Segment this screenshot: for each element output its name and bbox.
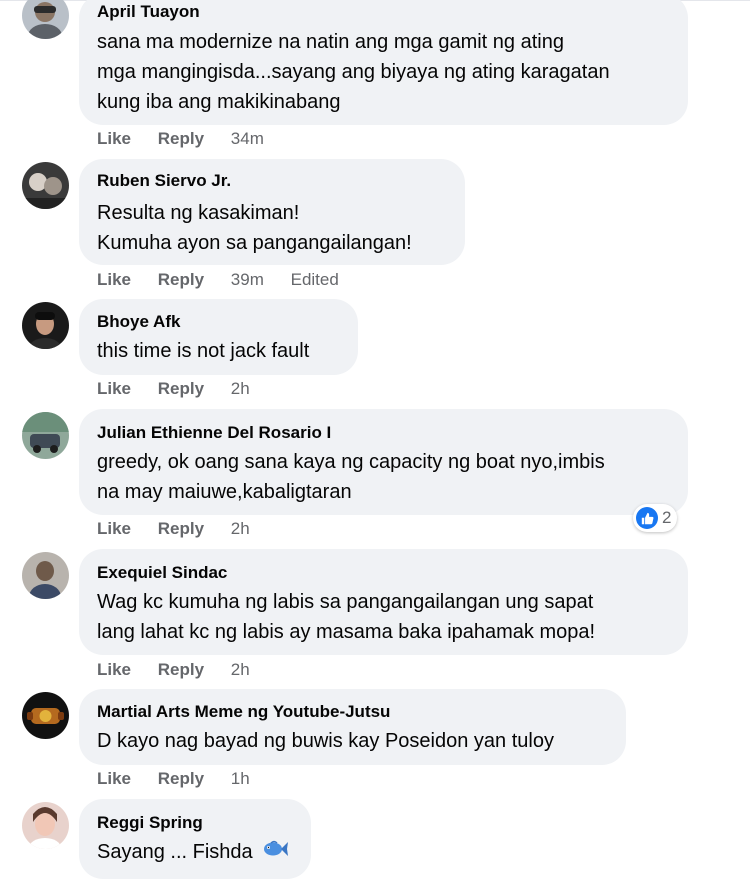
avatar[interactable] xyxy=(22,552,69,599)
like-button[interactable]: Like xyxy=(97,270,131,290)
timestamp[interactable]: 2h xyxy=(231,379,250,399)
comment-actions: Like Reply 2h xyxy=(97,660,272,680)
reaction-summary[interactable]: 2 xyxy=(633,504,678,532)
reply-button[interactable]: Reply xyxy=(158,660,204,680)
comment-text-line: this time is not jack fault xyxy=(97,340,310,362)
avatar[interactable] xyxy=(22,162,69,209)
reply-button[interactable]: Reply xyxy=(158,519,204,539)
like-button[interactable]: Like xyxy=(97,519,131,539)
timestamp[interactable]: 2h xyxy=(231,519,250,539)
timestamp[interactable]: 39m xyxy=(231,270,264,290)
comment-actions: Like Reply 1h xyxy=(97,769,272,789)
comment-text-line: na may maiuwe,kabaligtaran xyxy=(97,481,352,503)
comment-bubble: Exequiel Sindac Wag kc kumuha ng labis s… xyxy=(79,549,688,655)
comment-actions: Like Reply 2h xyxy=(97,379,272,399)
reply-button[interactable]: Reply xyxy=(158,769,204,789)
timestamp[interactable]: 2h xyxy=(231,660,250,680)
comment-author[interactable]: Julian Ethienne Del Rosario I xyxy=(97,423,331,443)
comment-bubble: Ruben Siervo Jr. Resulta ng kasakiman! K… xyxy=(79,159,465,265)
comment-actions: Like Reply 34m xyxy=(97,129,286,149)
comment-item: April Tuayon sana ma modernize na natin … xyxy=(0,0,750,155)
reply-button[interactable]: Reply xyxy=(158,270,204,290)
comment-text-line: Kumuha ayon sa pangangailangan! xyxy=(97,232,412,254)
comment-author[interactable]: Reggi Spring xyxy=(97,813,203,833)
comment-bubble: April Tuayon sana ma modernize na natin … xyxy=(79,0,688,125)
comment-bubble: Martial Arts Meme ng Youtube-Jutsu D kay… xyxy=(79,689,626,765)
comment-text-line: mga mangingisda...sayang ang biyaya ng a… xyxy=(97,61,610,83)
edited-label[interactable]: Edited xyxy=(291,270,339,290)
like-button[interactable]: Like xyxy=(97,379,131,399)
avatar[interactable] xyxy=(22,412,69,459)
like-button[interactable]: Like xyxy=(97,769,131,789)
avatar[interactable] xyxy=(22,0,69,39)
comment-author[interactable]: Ruben Siervo Jr. xyxy=(97,171,231,191)
timestamp[interactable]: 1h xyxy=(231,769,250,789)
like-button[interactable]: Like xyxy=(97,129,131,149)
comment-text-line: kung iba ang makikinabang xyxy=(97,91,341,113)
comment-actions: Like Reply 2h xyxy=(97,519,272,539)
avatar[interactable] xyxy=(22,302,69,349)
comment-text-line: lang lahat kc ng labis ay masama baka ip… xyxy=(97,621,596,643)
timestamp[interactable]: 34m xyxy=(231,129,264,149)
reaction-count: 2 xyxy=(662,508,672,527)
comment-author[interactable]: Martial Arts Meme ng Youtube-Jutsu xyxy=(97,702,390,722)
comment-text-line: D kayo nag bayad ng buwis kay Poseidon y… xyxy=(97,730,554,752)
comment-text-line: greedy, ok oang sana kaya ng capacity ng… xyxy=(97,451,605,473)
comment-text: Sayang ... Fishda xyxy=(97,841,253,863)
comment-text-line: Resulta ng kasakiman! xyxy=(97,202,300,224)
comment-bubble: Bhoye Afk this time is not jack fault xyxy=(79,299,358,375)
like-button[interactable]: Like xyxy=(97,660,131,680)
reply-button[interactable]: Reply xyxy=(158,129,204,149)
comment-author[interactable]: Bhoye Afk xyxy=(97,312,180,332)
comment-text-line: sana ma modernize na natin ang mga gamit… xyxy=(97,31,564,53)
avatar[interactable] xyxy=(22,802,69,849)
avatar[interactable] xyxy=(22,692,69,739)
comment-actions: Like Reply 39m Edited xyxy=(97,270,339,290)
comment-text-line: Wag kc kumuha ng labis sa pangangailanga… xyxy=(97,591,594,613)
comment-author[interactable]: April Tuayon xyxy=(97,2,200,22)
comment-text-line: Sayang ... Fishda xyxy=(97,837,289,868)
comment-bubble: Julian Ethienne Del Rosario I greedy, ok… xyxy=(79,409,688,515)
comment-bubble: Reggi Spring Sayang ... Fishda xyxy=(79,799,311,879)
fish-emoji-icon xyxy=(262,838,289,868)
reply-button[interactable]: Reply xyxy=(158,379,204,399)
comment-author[interactable]: Exequiel Sindac xyxy=(97,563,227,583)
thumbs-up-icon xyxy=(636,507,658,529)
